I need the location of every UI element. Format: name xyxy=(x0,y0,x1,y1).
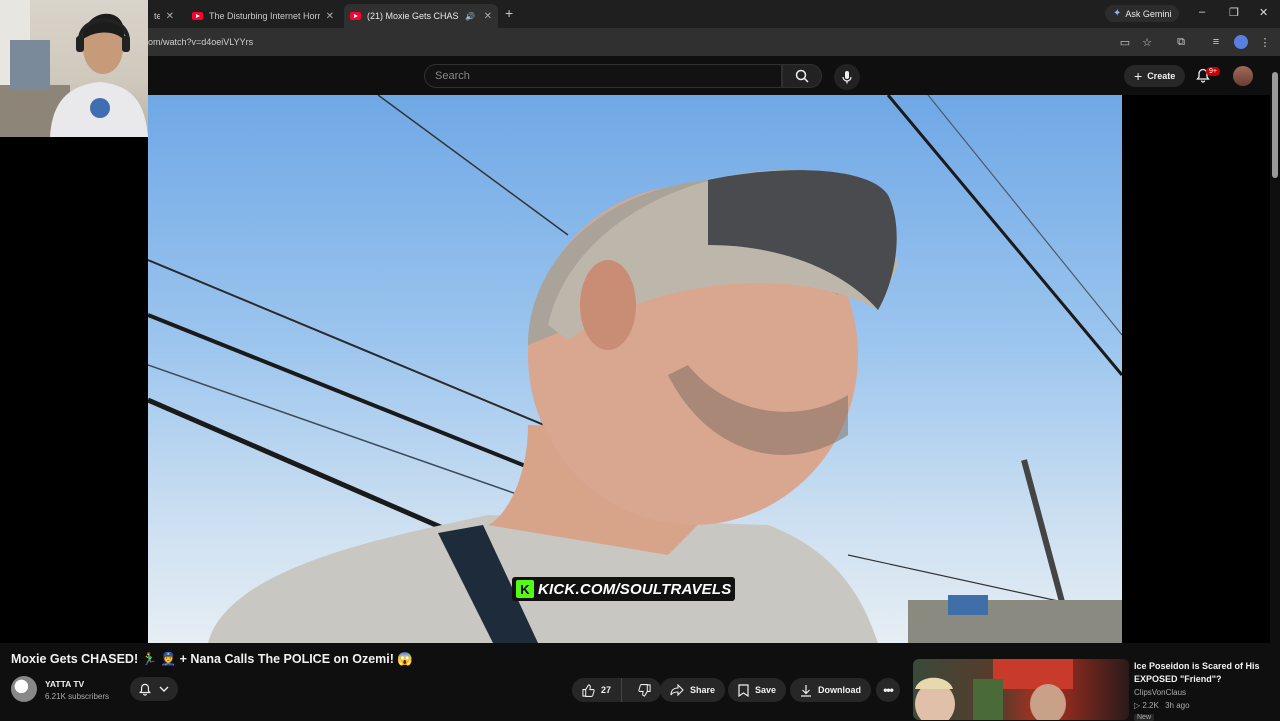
microphone-icon xyxy=(842,71,852,84)
tab-disturbing-internet[interactable]: The Disturbing Internet Horrors ✕ xyxy=(186,4,340,28)
thumbs-down-icon xyxy=(638,683,651,697)
close-tab-icon[interactable]: ✕ xyxy=(166,11,174,22)
channel-avatar[interactable] xyxy=(11,676,37,702)
recommended-views: ▷ 2.2K xyxy=(1134,701,1159,710)
browser-profile-avatar[interactable] xyxy=(1234,35,1248,49)
extensions-icon[interactable]: ⧉ xyxy=(1174,35,1188,49)
browser-menu-icon[interactable]: ⋮ xyxy=(1258,35,1272,49)
youtube-favicon-icon xyxy=(192,12,203,20)
thumbnail-image xyxy=(915,659,1073,720)
tab-title: ter xyxy=(154,11,160,21)
bell-icon xyxy=(139,683,151,696)
recommended-video-meta: ▷ 2.2K 3h ago xyxy=(1134,701,1190,710)
share-button[interactable]: Share xyxy=(660,678,726,702)
subscriber-count: 6.21K subscribers xyxy=(45,692,110,701)
more-horizontal-icon: ••• xyxy=(883,683,894,697)
subscribed-notifications-button[interactable] xyxy=(130,677,178,701)
audio-playing-icon[interactable]: 🔊 xyxy=(465,12,475,21)
tab-moxie-active[interactable]: (21) Moxie Gets CHASED! 🏃 🔊 ✕ xyxy=(344,4,498,28)
save-label: Save xyxy=(755,685,777,695)
like-button[interactable]: 27 xyxy=(572,678,623,702)
youtube-favicon-icon xyxy=(350,12,361,20)
like-dislike-group: 27 xyxy=(572,678,662,702)
like-count: 27 xyxy=(601,685,612,695)
browser-tab-bar: ter ✕ The Disturbing Internet Horrors ✕ … xyxy=(0,0,1280,28)
bookmark-icon xyxy=(738,683,749,697)
webcam-image xyxy=(0,0,148,137)
video-frame-image xyxy=(148,95,1122,643)
scrollbar-thumb[interactable] xyxy=(1272,72,1278,178)
recommended-channel-name[interactable]: ClipsVonClaus xyxy=(1134,688,1186,697)
recommended-video-title[interactable]: Ice Poseidon is Scared of His EXPOSED "F… xyxy=(1134,660,1270,685)
voice-search-button[interactable] xyxy=(834,64,860,90)
video-player[interactable]: K KICK.COM/SOULTRAVELS xyxy=(148,95,1122,643)
download-label: Download xyxy=(818,685,861,695)
chevron-down-icon xyxy=(159,686,169,692)
thumbs-up-icon xyxy=(582,683,595,697)
account-avatar[interactable] xyxy=(1233,66,1253,86)
video-title: Moxie Gets CHASED! 🏃‍♂️ 👮 + Nana Calls T… xyxy=(11,652,413,666)
close-tab-icon[interactable]: ✕ xyxy=(484,11,492,22)
save-button[interactable]: Save xyxy=(728,678,787,702)
minimize-icon[interactable]: – xyxy=(1199,6,1205,18)
share-label: Share xyxy=(690,685,716,695)
download-icon xyxy=(801,684,811,697)
ask-gemini-label: Ask Gemini xyxy=(1125,8,1172,19)
player-right-area xyxy=(1122,95,1280,643)
recommended-age: 3h ago xyxy=(1165,701,1190,710)
tab-title: The Disturbing Internet Horrors xyxy=(209,11,320,21)
search-icon xyxy=(795,69,809,83)
share-arrow-icon xyxy=(670,684,684,696)
kick-overlay-text: KICK.COM/SOULTRAVELS xyxy=(538,580,732,598)
notification-count-badge: 9+ xyxy=(1206,67,1220,76)
ask-gemini-button[interactable]: ✦ Ask Gemini xyxy=(1105,5,1180,22)
dislike-button[interactable] xyxy=(628,678,661,702)
address-bar: om/watch?v=d4oeiVLYYrs ▭ ☆ ⧉ ≡ ⋮ xyxy=(0,28,1280,56)
youtube-header: Search + Create xyxy=(0,56,1280,96)
search-button[interactable] xyxy=(782,64,822,88)
plus-icon: + xyxy=(1134,68,1143,84)
url-field[interactable]: om/watch?v=d4oeiVLYYrs xyxy=(148,37,253,47)
close-window-icon[interactable]: ✕ xyxy=(1259,6,1268,19)
bookmark-star-icon[interactable]: ☆ xyxy=(1140,35,1154,49)
cast-icon[interactable]: ▭ xyxy=(1118,35,1132,49)
gemini-sparkle-icon: ✦ xyxy=(1113,8,1122,19)
download-button[interactable]: Download xyxy=(790,678,871,702)
recommended-video-thumbnail[interactable] xyxy=(913,659,1129,720)
player-left-area xyxy=(0,137,148,643)
tab-partial[interactable]: ter ✕ xyxy=(148,4,180,28)
webcam-overlay xyxy=(0,0,148,137)
kick-logo-icon: K xyxy=(516,580,534,598)
restore-icon[interactable]: ❐ xyxy=(1229,6,1239,19)
media-controls-icon[interactable]: ≡ xyxy=(1209,35,1223,49)
close-tab-icon[interactable]: ✕ xyxy=(326,11,334,22)
page-scrollbar[interactable] xyxy=(1270,60,1280,720)
more-actions-button[interactable]: ••• xyxy=(876,678,900,702)
kick-overlay-banner: K KICK.COM/SOULTRAVELS xyxy=(512,577,736,601)
create-button[interactable]: + Create xyxy=(1124,65,1186,87)
create-label: Create xyxy=(1147,71,1176,81)
tab-title: (21) Moxie Gets CHASED! 🏃 xyxy=(367,10,459,21)
channel-name[interactable]: YATTA TV xyxy=(45,679,84,689)
search-input[interactable]: Search xyxy=(424,64,782,88)
new-tab-button[interactable]: + xyxy=(505,5,513,21)
